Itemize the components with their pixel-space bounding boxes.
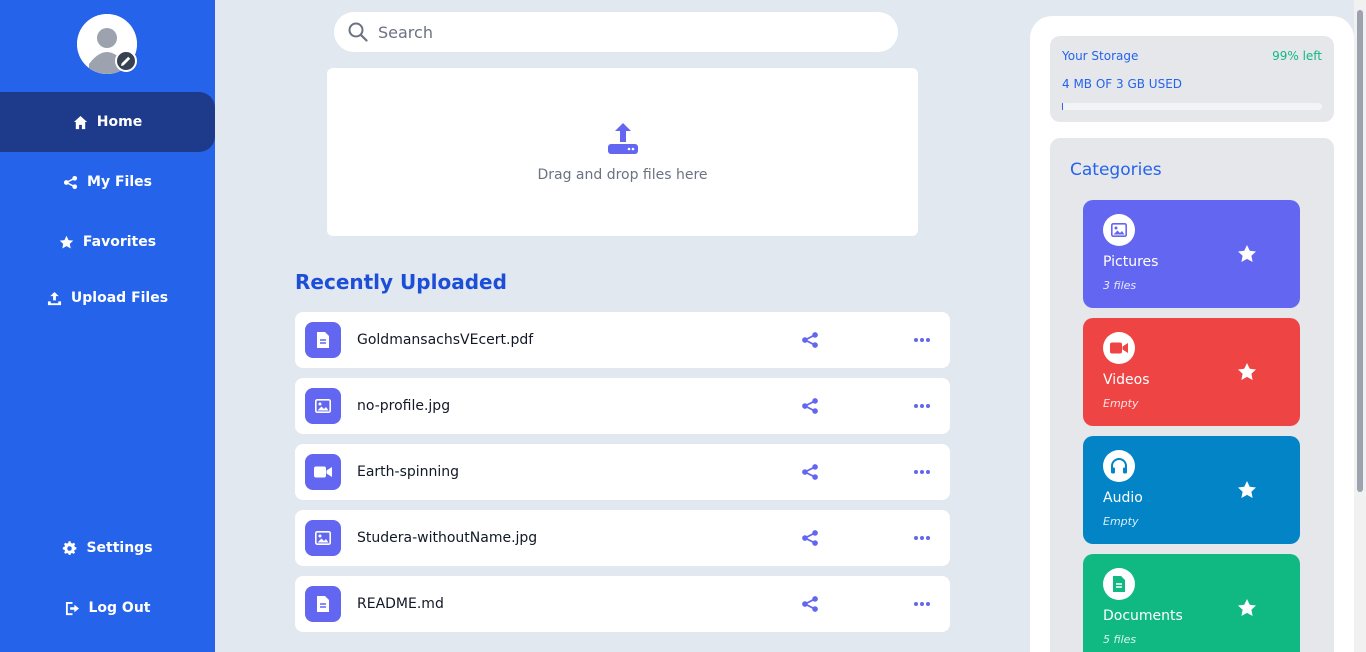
- storage-progress-bar: [1062, 103, 1322, 110]
- file-name: Earth-spinning: [357, 464, 460, 480]
- video-icon: [1103, 332, 1135, 364]
- category-name: Audio: [1103, 490, 1143, 506]
- category-card-pictures[interactable]: Pictures 3 files: [1083, 200, 1300, 308]
- search-icon: [348, 22, 368, 42]
- upload-tray-icon: [607, 123, 638, 154]
- category-name: Pictures: [1103, 254, 1159, 270]
- file-name: Studera-withoutName.jpg: [357, 530, 538, 546]
- favorite-star-button[interactable]: [1237, 598, 1257, 618]
- sidebar: Home My Files Favorites Upload Files Set…: [0, 0, 215, 652]
- more-options-button[interactable]: [913, 529, 931, 547]
- sidebar-item-label: Log Out: [88, 600, 151, 616]
- search-bar: [334, 12, 898, 52]
- more-options-button[interactable]: [913, 463, 931, 481]
- category-card-documents[interactable]: Documents 5 files: [1083, 554, 1300, 652]
- document-icon: [305, 322, 341, 358]
- sidebar-item-label: My Files: [87, 174, 152, 190]
- dropzone-text: Drag and drop files here: [537, 167, 708, 183]
- gear-icon: [63, 540, 77, 555]
- file-name: GoldmansachsVEcert.pdf: [357, 332, 534, 348]
- file-name: no-profile.jpg: [357, 398, 451, 414]
- sidebar-item-label: Settings: [86, 540, 153, 556]
- pencil-icon: [121, 56, 131, 66]
- sidebar-item-my-files[interactable]: My Files: [0, 152, 215, 212]
- sidebar-item-label: Upload Files: [70, 290, 169, 306]
- image-icon: [1103, 214, 1135, 246]
- category-count: Empty: [1103, 397, 1139, 410]
- category-count: 5 files: [1103, 633, 1137, 646]
- sidebar-item-home[interactable]: Home: [0, 92, 215, 152]
- more-options-button[interactable]: [913, 331, 931, 349]
- right-panel: Your Storage 99% left 4 MB OF 3 GB USED …: [1030, 16, 1354, 652]
- storage-left: 99% left: [1272, 49, 1322, 63]
- categories-title: Categories: [1070, 160, 1162, 180]
- star-icon: [59, 235, 74, 248]
- document-icon: [1103, 568, 1135, 600]
- categories-card: Categories Pictures 3 files Videos Empty…: [1050, 138, 1334, 652]
- home-icon: [73, 115, 87, 129]
- search-input[interactable]: [378, 22, 858, 42]
- scrollbar-thumb[interactable]: [1357, 10, 1363, 492]
- category-card-audio[interactable]: Audio Empty: [1083, 436, 1300, 544]
- section-title-recent: Recently Uploaded: [295, 270, 507, 294]
- edit-avatar-button[interactable]: [115, 50, 137, 72]
- document-icon: [305, 586, 341, 622]
- sidebar-item-favorites[interactable]: Favorites: [0, 212, 215, 272]
- sidebar-item-settings[interactable]: Settings: [0, 518, 215, 578]
- share-icon: [63, 175, 78, 189]
- file-name: README.md: [357, 596, 444, 612]
- share-button[interactable]: [801, 397, 819, 415]
- upload-dropzone[interactable]: Drag and drop files here: [327, 68, 918, 236]
- storage-used: 4 MB OF 3 GB USED: [1062, 77, 1183, 91]
- file-row[interactable]: GoldmansachsVEcert.pdf: [295, 312, 950, 368]
- file-row[interactable]: no-profile.jpg: [295, 378, 950, 434]
- share-button[interactable]: [801, 529, 819, 547]
- sidebar-item-upload-files[interactable]: Upload Files: [0, 268, 215, 328]
- upload-icon: [47, 291, 61, 305]
- video-icon: [305, 454, 341, 490]
- category-count: Empty: [1103, 515, 1139, 528]
- headphones-icon: [1103, 450, 1135, 482]
- sidebar-item-log-out[interactable]: Log Out: [0, 578, 215, 638]
- category-name: Documents: [1103, 608, 1183, 624]
- file-row[interactable]: Studera-withoutName.jpg: [295, 510, 950, 566]
- share-button[interactable]: [801, 331, 819, 349]
- sidebar-item-label: Favorites: [82, 234, 157, 250]
- file-row[interactable]: Earth-spinning: [295, 444, 950, 500]
- sidebar-item-label: Home: [96, 114, 143, 130]
- profile-avatar[interactable]: [77, 14, 137, 74]
- more-options-button[interactable]: [913, 397, 931, 415]
- more-options-button[interactable]: [913, 595, 931, 613]
- favorite-star-button[interactable]: [1237, 244, 1257, 264]
- image-icon: [305, 388, 341, 424]
- image-icon: [305, 520, 341, 556]
- favorite-star-button[interactable]: [1237, 362, 1257, 382]
- file-row[interactable]: README.md: [295, 576, 950, 632]
- share-button[interactable]: [801, 463, 819, 481]
- favorite-star-button[interactable]: [1237, 480, 1257, 500]
- share-button[interactable]: [801, 595, 819, 613]
- category-count: 3 files: [1103, 279, 1137, 292]
- storage-card: Your Storage 99% left 4 MB OF 3 GB USED: [1050, 36, 1334, 122]
- category-name: Videos: [1103, 372, 1150, 388]
- storage-title: Your Storage: [1062, 49, 1139, 63]
- logout-icon: [65, 601, 79, 615]
- category-card-videos[interactable]: Videos Empty: [1083, 318, 1300, 426]
- page-scrollbar[interactable]: [1354, 0, 1366, 652]
